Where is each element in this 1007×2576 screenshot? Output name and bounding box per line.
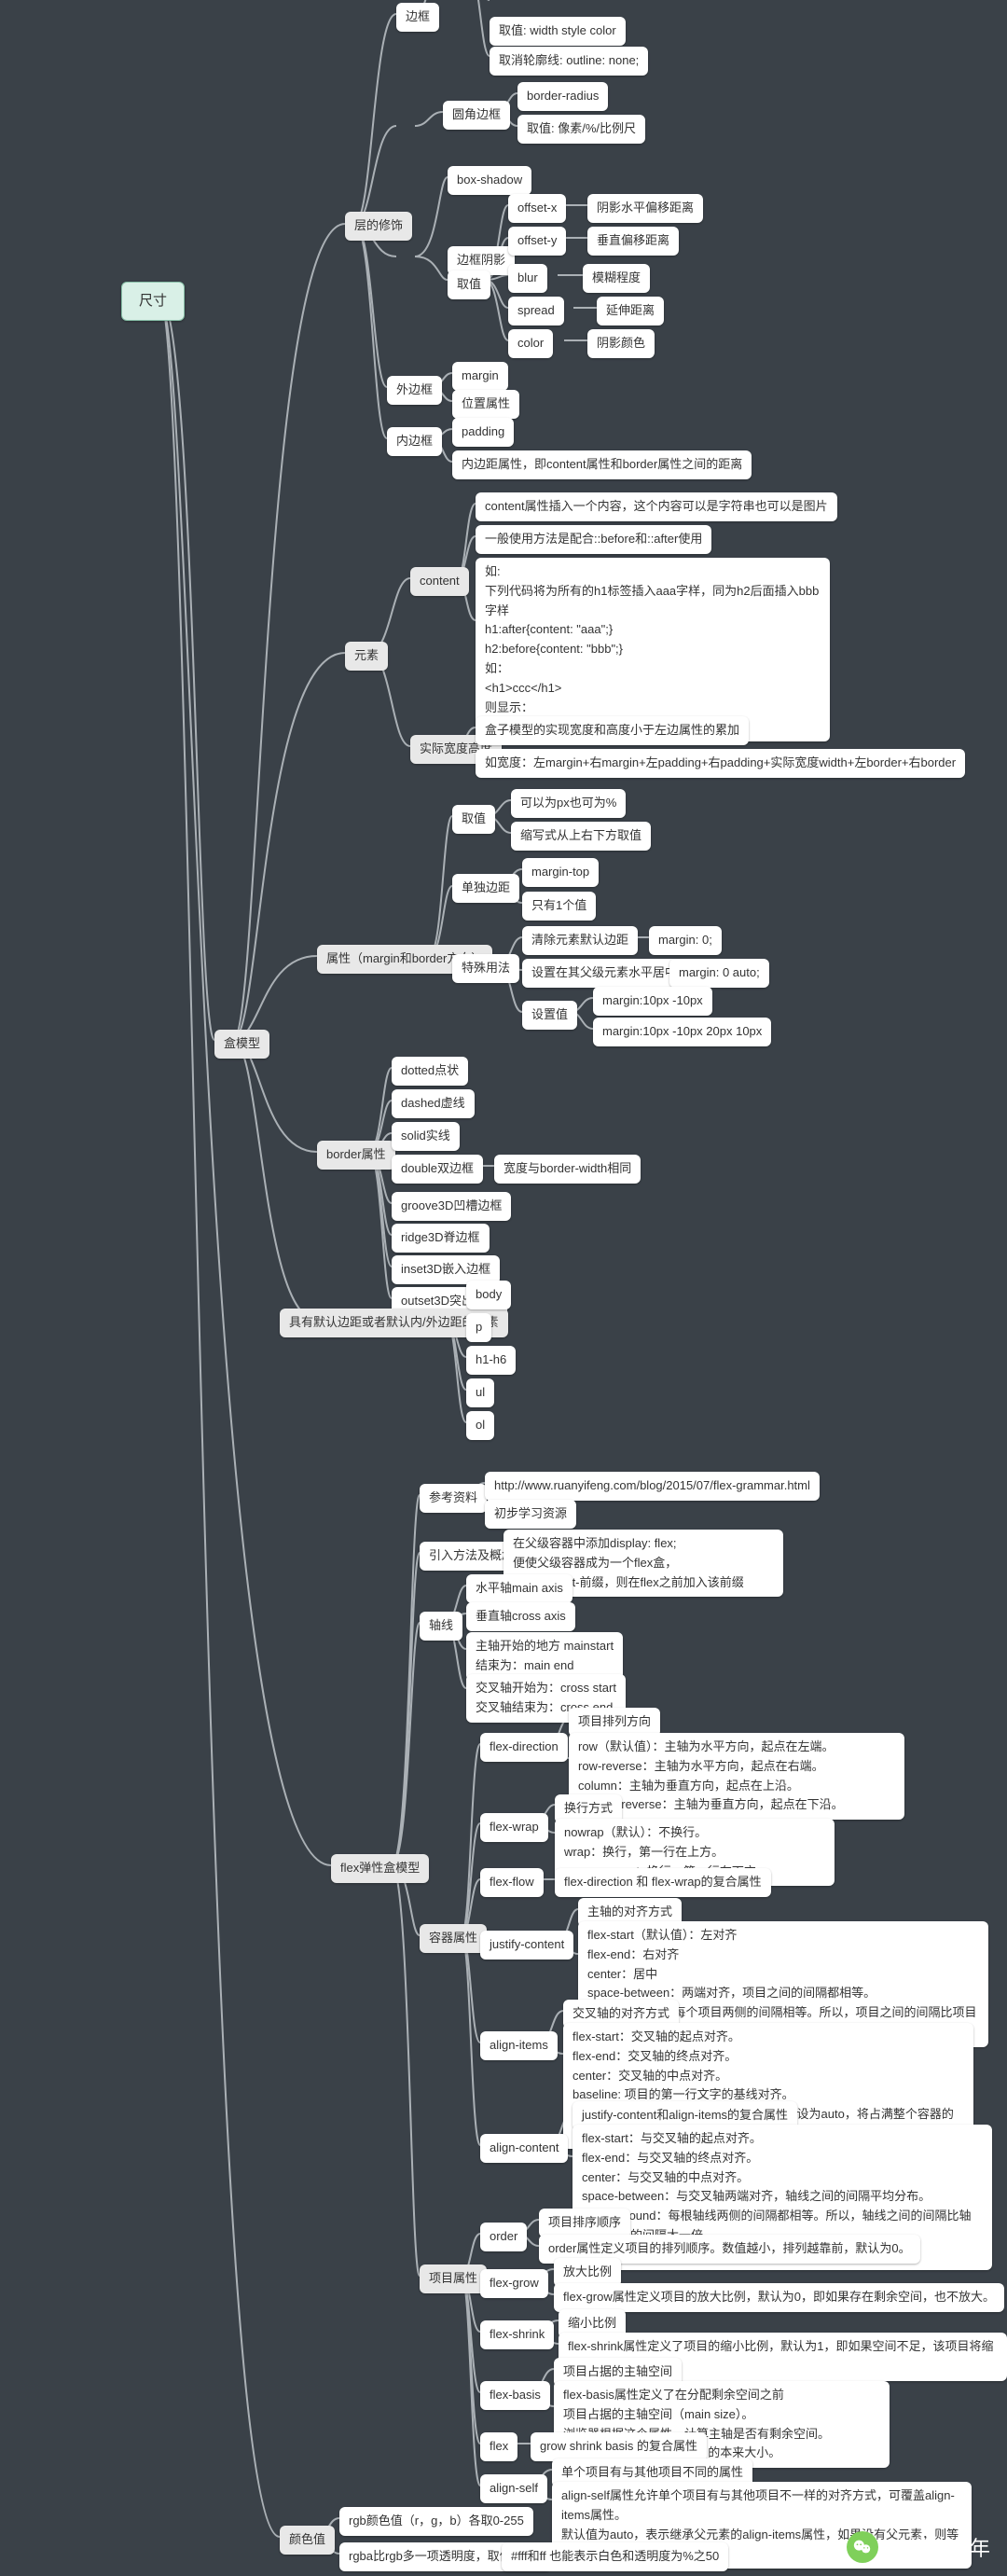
shadow-val: 取值	[448, 270, 490, 299]
sh-oy-d: 垂直偏移距离	[587, 227, 679, 256]
fx-fg[interactable]: flex-grow	[480, 2269, 548, 2298]
border-val: 取值: width style color	[490, 17, 626, 46]
sh-color-d: 阴影颜色	[587, 329, 655, 358]
dm-h: h1-h6	[466, 1346, 516, 1375]
sh-oy: offset-y	[508, 227, 566, 256]
box-shadow: box-shadow	[448, 166, 531, 195]
pos-prop: 位置属性	[452, 390, 519, 419]
fx-fd[interactable]: flex-direction	[480, 1733, 568, 1762]
bp-dashed: dashed虚线	[392, 1089, 475, 1118]
flex-model[interactable]: flex弹性盒模型	[331, 1854, 429, 1883]
padding: padding	[452, 418, 514, 447]
border-group[interactable]: 边框	[396, 3, 439, 32]
fx-as[interactable]: align-self	[480, 2474, 547, 2503]
mp-single[interactable]: 单独边距	[452, 874, 519, 903]
bp-dotted: dotted点状	[392, 1057, 468, 1086]
outer-border[interactable]: 外边框	[387, 376, 442, 405]
fx-order-t: 项目排序顺序	[539, 2209, 630, 2237]
fx-ai[interactable]: align-items	[480, 2031, 558, 2060]
mp-sp1: 清除元素默认边距	[522, 926, 638, 955]
content-3: 如: 下列代码将为所有的h1标签插入aaa字样，同为h2后面插入bbb字样 h1…	[476, 558, 830, 741]
mp-v1: 可以为px也可为%	[511, 789, 626, 818]
content[interactable]: content	[410, 567, 469, 596]
fx-ax-ms: 主轴开始的地方 mainstart 结束为：main end	[466, 1632, 623, 1681]
shape-control[interactable]: 层的修饰	[345, 212, 412, 241]
sh-spread-d: 延伸距离	[597, 297, 664, 325]
sh-ox: offset-x	[508, 194, 566, 223]
sh-color: color	[508, 329, 553, 358]
fx-ff-d: flex-direction 和 flex-wrap的复合属性	[555, 1868, 771, 1897]
content-1: content属性插入一个内容，这个内容可以是字符串也可以是图片	[476, 492, 837, 521]
fx-ax-main: 水平轴main axis	[466, 1574, 572, 1603]
wechat-icon	[847, 2531, 878, 2563]
fx-ref[interactable]: 参考资料	[420, 1484, 487, 1513]
fx-ref-d: 初步学习资源	[485, 1500, 576, 1529]
fx-ref-url[interactable]: http://www.ruanyifeng.com/blog/2015/07/f…	[485, 1472, 820, 1501]
fx-ff[interactable]: flex-flow	[480, 1868, 544, 1897]
fx-container[interactable]: 容器属性	[420, 1924, 487, 1953]
mp-sp3v1: margin:10px -10px	[593, 987, 712, 1016]
rw-2: 如宽度：左margin+右margin+左padding+右padding+实际…	[476, 749, 965, 778]
fx-fb[interactable]: flex-basis	[480, 2381, 550, 2410]
bp-solid: solid实线	[392, 1122, 460, 1151]
border-radius-group[interactable]: 圆角边框	[443, 101, 510, 130]
content-2: 一般使用方法是配合::before和::after使用	[476, 525, 711, 554]
mp-s2: 只有1个值	[522, 892, 596, 921]
element[interactable]: 元素	[345, 642, 388, 671]
fx-ax-cross: 垂直轴cross axis	[466, 1602, 575, 1631]
bp-double-d: 宽度与border-width相同	[494, 1155, 641, 1184]
mp-sp3: 设置值	[522, 1001, 577, 1030]
root-node[interactable]: 尺寸	[121, 282, 185, 321]
mp-v2: 缩写式从上右下方取值	[511, 822, 651, 851]
col-hash: #fff和ff 也能表示白色和透明度为%之50	[502, 2542, 728, 2571]
mp-sp1v: margin: 0;	[649, 926, 722, 955]
fx-item[interactable]: 项目属性	[420, 2264, 487, 2293]
col-rgb: rgb颜色值（r，g，b）各取0-255	[339, 2507, 533, 2536]
sh-spread: spread	[508, 297, 564, 325]
color-title[interactable]: 颜色值	[280, 2526, 335, 2555]
bp-ridge: ridge3D脊边框	[392, 1224, 490, 1253]
padding-desc: 内边距属性，即content属性和border属性之间的距离	[452, 450, 752, 479]
border-none: 取消轮廓线: outline: none;	[490, 47, 648, 76]
br-prop: border-radius	[517, 82, 608, 111]
fx-jc[interactable]: justify-content	[480, 1931, 573, 1960]
sh-blur: blur	[508, 264, 547, 293]
watermark: 桔梗与少年	[847, 2531, 990, 2563]
fx-order[interactable]: order	[480, 2223, 527, 2251]
dm-ol: ol	[466, 1411, 494, 1440]
dm-ul: ul	[466, 1378, 494, 1407]
mp-special[interactable]: 特殊用法	[452, 954, 519, 983]
fx-flex[interactable]: flex	[480, 2432, 517, 2461]
bp-double: double双边框	[392, 1155, 483, 1184]
bp-groove: groove3D凹槽边框	[392, 1192, 511, 1221]
mp-sp3v2: margin:10px -10px 20px 10px	[593, 1018, 771, 1046]
fx-fg-d: flex-grow属性定义项目的放大比例，默认为0，即如果存在剩余空间，也不放大…	[554, 2283, 1004, 2312]
watermark-text: 桔梗与少年	[888, 2532, 990, 2562]
dm-body: body	[466, 1281, 511, 1309]
fx-fs[interactable]: flex-shrink	[480, 2320, 554, 2349]
fx-axis[interactable]: 轴线	[420, 1612, 462, 1641]
border-prop-list[interactable]: border属性	[317, 1141, 395, 1170]
dm-p: p	[466, 1313, 491, 1342]
mp-sp2: 设置在其父级元素水平居中	[522, 959, 686, 988]
mp-val[interactable]: 取值	[452, 805, 495, 834]
fx-flex-d: grow shrink basis 的复合属性	[531, 2432, 707, 2461]
mp-sp2v: margin: 0 auto;	[669, 959, 769, 988]
br-val: 取值: 像素/%/比例尺	[517, 115, 645, 144]
fx-ac[interactable]: align-content	[480, 2134, 568, 2163]
sh-blur-d: 模糊程度	[583, 264, 650, 293]
sh-ox-d: 阴影水平偏移距离	[587, 194, 703, 223]
inner-border[interactable]: 内边框	[387, 427, 442, 456]
fx-fw[interactable]: flex-wrap	[480, 1813, 548, 1842]
margin: margin	[452, 362, 508, 391]
rw-1: 盒子模型的实现宽度和高度小于左边属性的累加	[476, 716, 749, 745]
box-model[interactable]: 盒模型	[214, 1030, 269, 1059]
mp-s1: margin-top	[522, 858, 599, 887]
